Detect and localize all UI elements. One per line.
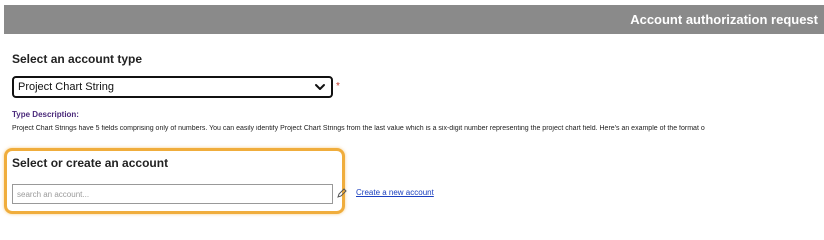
- account-search-input[interactable]: [12, 184, 333, 204]
- account-type-selected-value: Project Chart String: [18, 81, 114, 93]
- create-account-link[interactable]: Create a new account: [356, 188, 434, 197]
- chevron-down-icon: [315, 84, 325, 90]
- pencil-icon: [337, 188, 347, 198]
- account-heading: Select or create an account: [12, 156, 169, 170]
- required-marker: *: [336, 81, 340, 92]
- account-authorization-page: Account authorization request Select an …: [0, 0, 824, 221]
- type-description-text: Project Chart Strings have 5 fields comp…: [12, 125, 705, 132]
- account-type-heading: Select an account type: [12, 52, 143, 66]
- header-bar: Account authorization request: [4, 5, 824, 34]
- account-type-select[interactable]: Project Chart String: [12, 76, 333, 98]
- page-title: Account authorization request: [630, 12, 818, 27]
- type-description-label: Type Description:: [12, 110, 79, 119]
